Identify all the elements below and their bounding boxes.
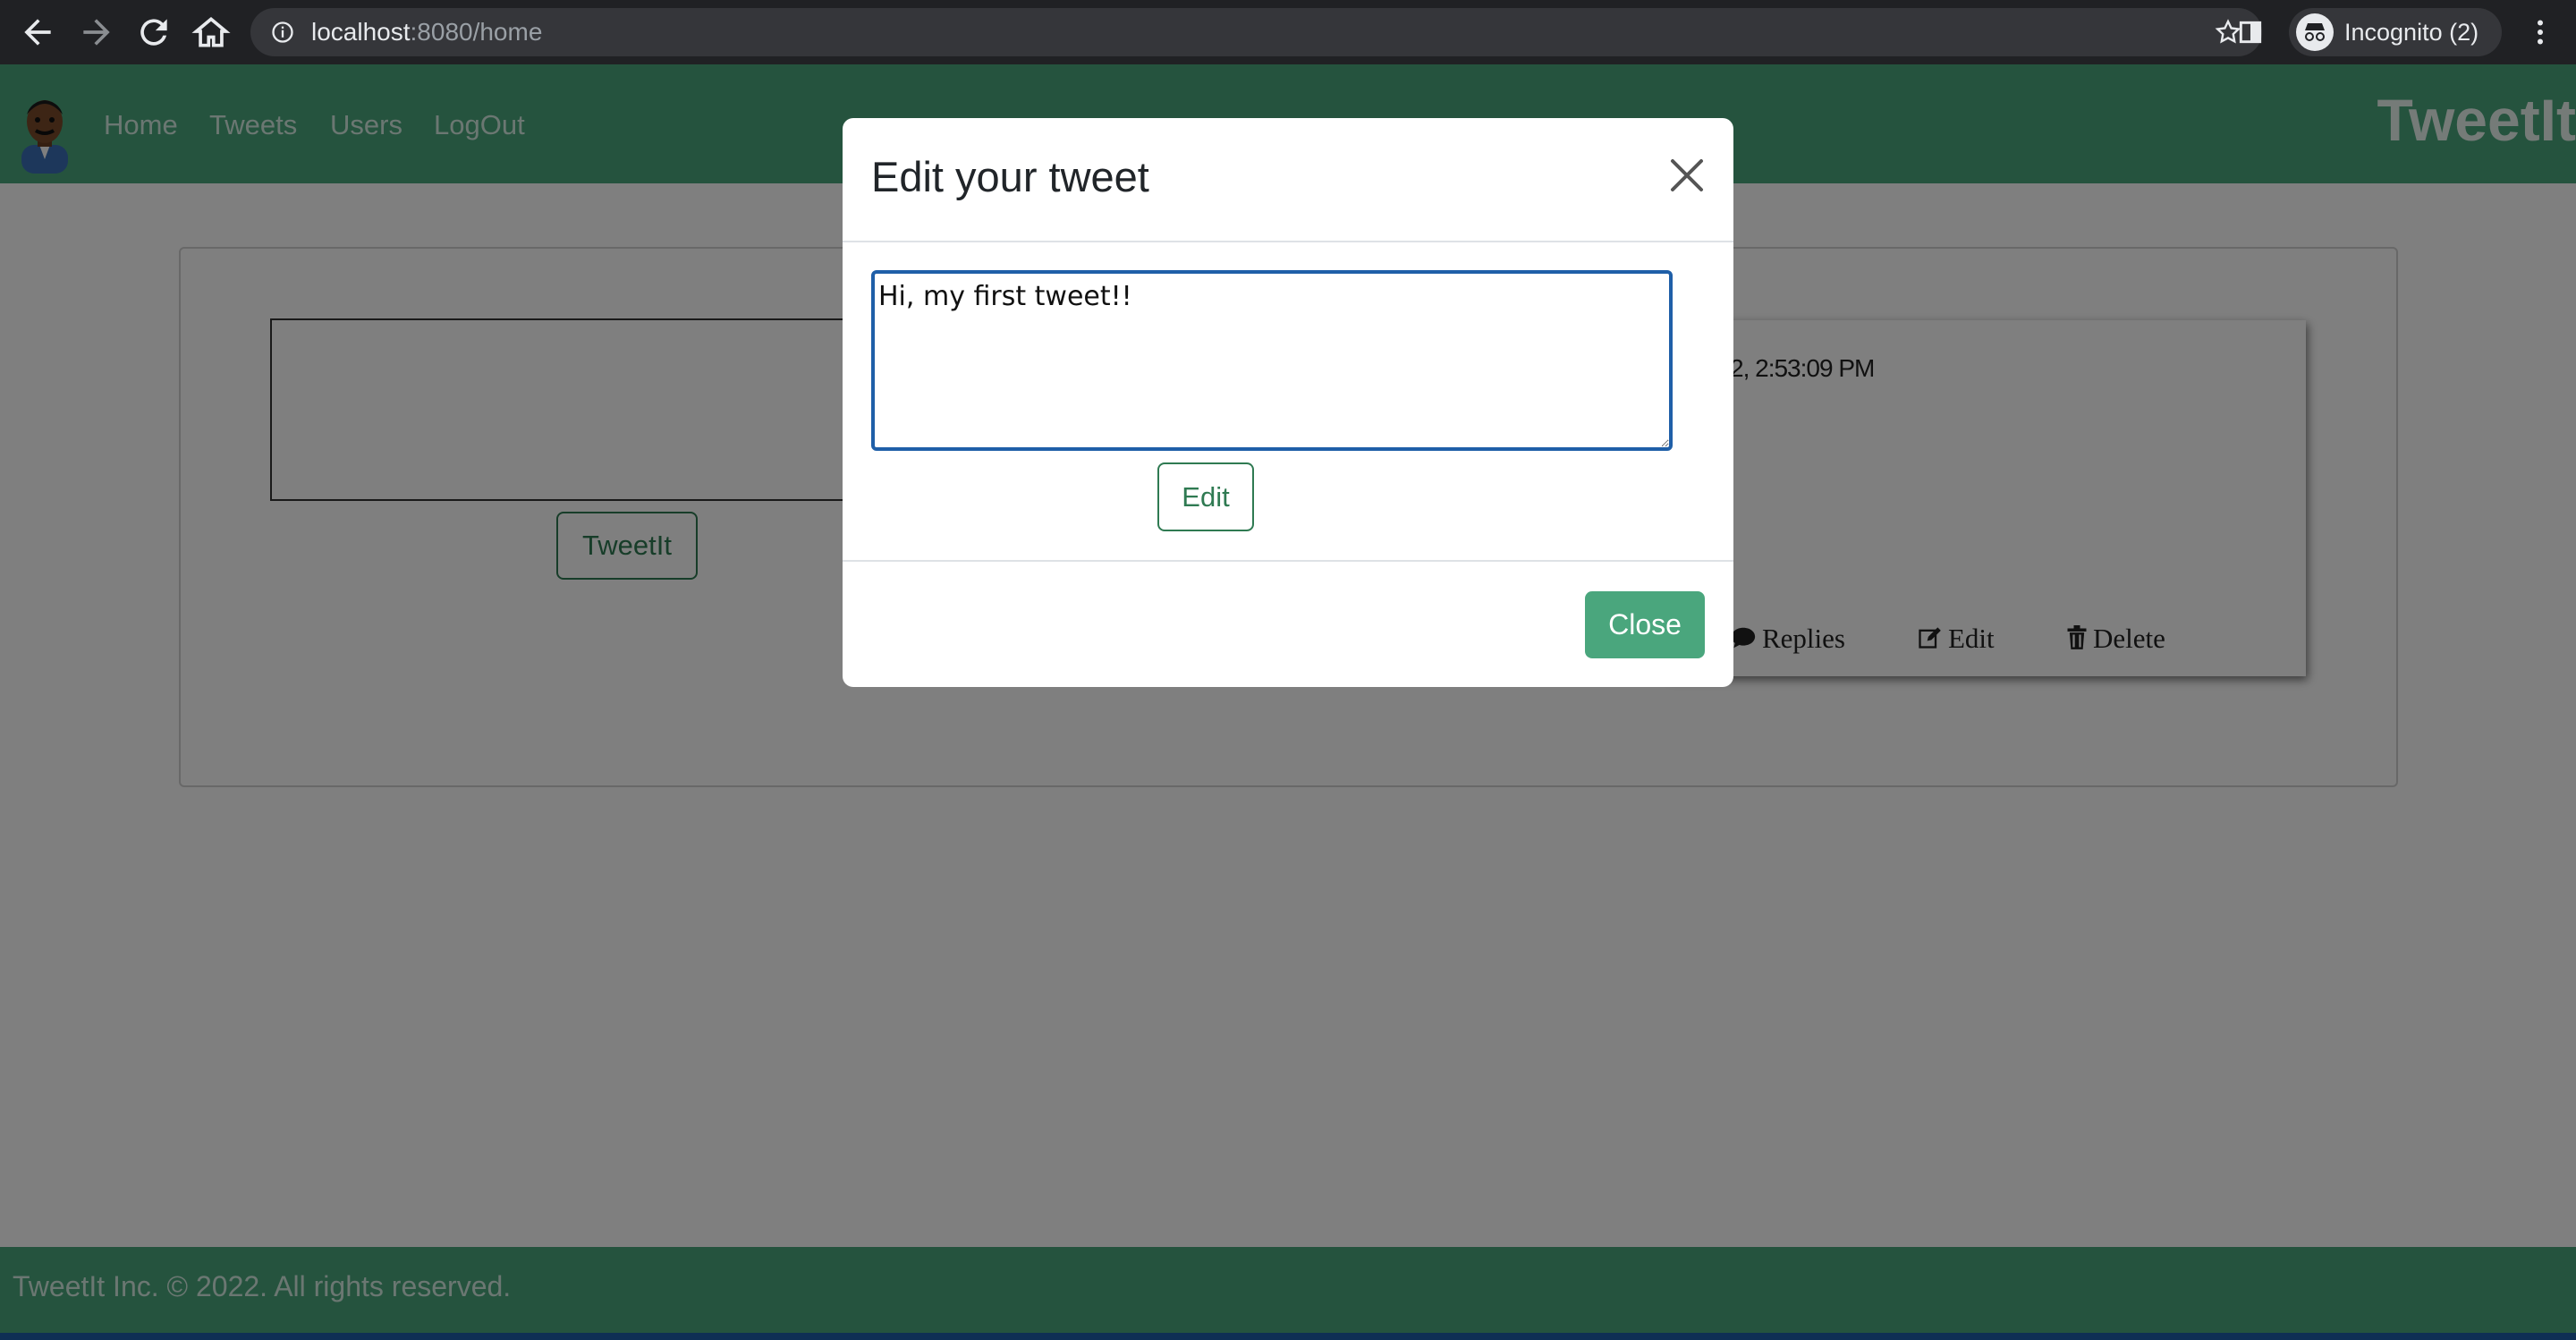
edit-tweet-textarea[interactable]: Hi, my first tweet!! <box>871 270 1673 451</box>
edit-tweet-modal: Edit your tweet Hi, my first tweet!! Edi… <box>843 118 1733 687</box>
more-menu-icon[interactable] <box>2524 16 2556 53</box>
home-icon[interactable] <box>191 13 231 52</box>
profile-label: Incognito (2) <box>2344 19 2479 46</box>
edit-submit-button[interactable]: Edit <box>1157 462 1254 531</box>
modal-close-footer-button[interactable]: Close <box>1585 591 1705 658</box>
modal-footer-divider <box>843 560 1733 562</box>
modal-title: Edit your tweet <box>871 153 1149 200</box>
url-text[interactable]: localhost:8080/home <box>311 8 542 56</box>
url-path: :8080/home <box>410 18 543 46</box>
url-host: localhost <box>311 18 411 46</box>
incognito-profile-button[interactable]: Incognito (2) <box>2289 8 2502 56</box>
reload-icon[interactable] <box>134 13 174 52</box>
modal-header-divider <box>843 241 1733 242</box>
close-icon <box>1671 159 1703 191</box>
side-panel-icon[interactable] <box>2236 18 2265 51</box>
address-bar[interactable]: localhost:8080/home <box>250 8 2262 56</box>
modal-close-button[interactable] <box>1664 152 1710 199</box>
incognito-icon <box>2296 13 2334 55</box>
back-icon[interactable] <box>18 13 57 52</box>
browser-toolbar: localhost:8080/home Incognito (2) <box>0 0 2576 64</box>
site-info-icon[interactable] <box>270 20 295 49</box>
forward-icon[interactable] <box>77 13 116 52</box>
